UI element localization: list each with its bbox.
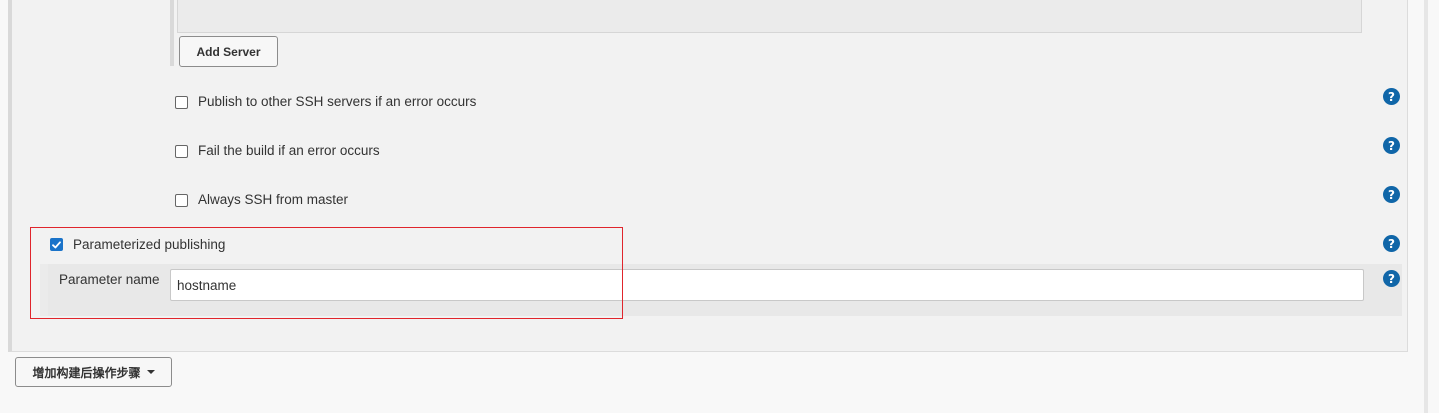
always-ssh-master-checkbox[interactable] <box>175 194 188 207</box>
help-icon[interactable]: ? <box>1383 137 1400 154</box>
highlight-box <box>30 227 623 319</box>
page-right-rail <box>1424 0 1428 413</box>
caret-down-icon <box>146 370 155 374</box>
always-ssh-master-label: Always SSH from master <box>198 192 349 207</box>
help-icon[interactable]: ? <box>1383 186 1400 203</box>
publish-other-ssh-label: Publish to other SSH servers if an error… <box>198 94 477 109</box>
add-server-button[interactable]: Add Server <box>179 36 278 67</box>
server-list-rail <box>170 0 174 66</box>
add-post-build-step-button[interactable]: 增加构建后操作步骤 <box>15 357 172 387</box>
fail-build-checkbox[interactable] <box>175 145 188 158</box>
help-icon[interactable]: ? <box>1383 88 1400 105</box>
help-icon[interactable]: ? <box>1383 235 1400 252</box>
server-list-box <box>177 0 1362 33</box>
fail-build-label: Fail the build if an error occurs <box>198 143 380 158</box>
help-icon[interactable]: ? <box>1383 270 1400 287</box>
add-post-build-step-label: 增加构建后操作步骤 <box>32 365 141 380</box>
publish-other-ssh-checkbox[interactable] <box>175 96 188 109</box>
